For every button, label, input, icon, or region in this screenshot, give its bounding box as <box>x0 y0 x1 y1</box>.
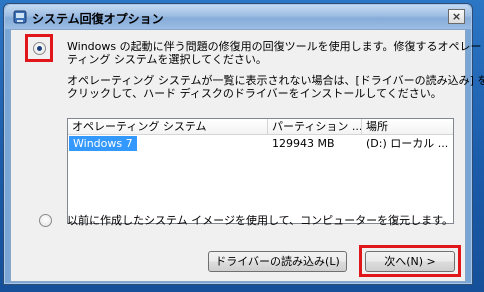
column-header-partition[interactable]: パーティション ... <box>268 119 362 135</box>
system-image-radio[interactable] <box>39 214 52 227</box>
column-header-os[interactable]: オペレーティング システム <box>68 119 268 135</box>
os-list-header: オペレーティング システム パーティション ... 場所 <box>68 119 453 135</box>
option1-text-line1: Windows の起動に伴う問題の修復用の回復ツールを使用します。修復するオペレ… <box>67 40 482 53</box>
option1-text-line2: ティング システムを選択してください。 <box>67 53 267 66</box>
recovery-tools-radio[interactable] <box>33 42 46 55</box>
next-button[interactable]: 次へ(N) > <box>365 251 455 272</box>
system-recovery-options-dialog: システム回復オプション × Windows の起動に伴う問題の修復用の回復ツール… <box>3 3 484 285</box>
os-size-cell: 129943 MB <box>272 137 335 150</box>
info-text-line1: オペレーティング システムが一覧に表示されない場合は、[ドライバーの読み込み] … <box>67 74 484 87</box>
close-button[interactable]: × <box>448 9 465 24</box>
load-driver-button[interactable]: ドライバーの読み込み(L) <box>208 251 347 272</box>
os-location-cell: (D:) ローカル ... <box>366 137 449 150</box>
option2-text: 以前に作成したシステム イメージを使用して、コンピューターを復元します。 <box>67 214 453 227</box>
close-icon: × <box>451 10 462 23</box>
os-list-row[interactable]: Windows 7 129943 MB (D:) ローカル ... <box>68 136 453 151</box>
window-title: システム回復オプション <box>32 12 164 26</box>
title-bar[interactable]: システム回復オプション × <box>5 5 471 29</box>
recovery-app-icon <box>13 10 27 24</box>
info-text-line2: クリックして、ハード ディスクのドライバーをインストールしてください。 <box>67 87 442 100</box>
os-name-cell: Windows 7 <box>69 136 137 151</box>
dialog-body: Windows の起動に伴う問題の修復用の回復ツールを使用します。修復するオペレ… <box>10 29 484 282</box>
column-header-location[interactable]: 場所 <box>362 119 453 135</box>
radio-selected-dot <box>37 46 42 51</box>
os-list[interactable]: オペレーティング システム パーティション ... 場所 Windows 7 1… <box>67 118 454 224</box>
